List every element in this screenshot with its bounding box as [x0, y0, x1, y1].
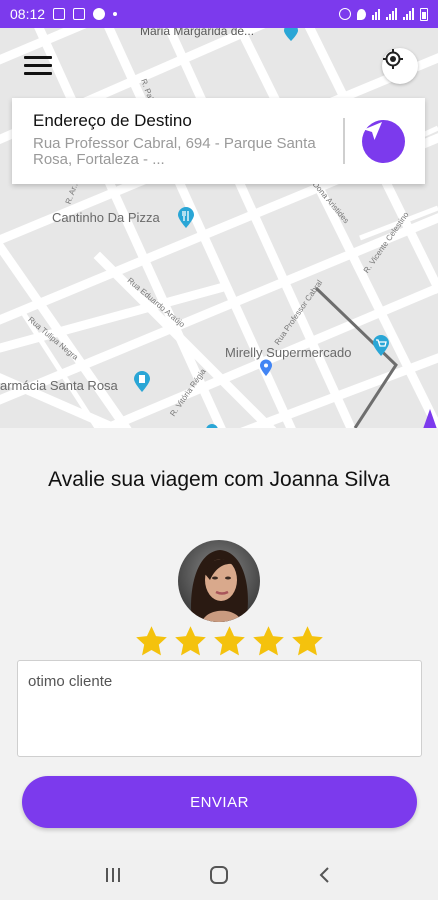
recent-apps-button[interactable]	[93, 855, 133, 895]
comment-input[interactable]	[17, 660, 422, 757]
star-rating[interactable]	[133, 624, 325, 660]
destination-address[interactable]: Rua Professor Cabral, 694 - Parque Santa…	[33, 136, 323, 168]
alarm-icon	[339, 8, 351, 20]
map-label-pharmacy: armácia Santa Rosa	[0, 378, 118, 393]
back-icon	[319, 867, 329, 883]
card-divider	[343, 118, 345, 164]
send-button[interactable]: ENVIAR	[22, 776, 417, 828]
location-icon	[357, 8, 366, 20]
status-bar: 08:12	[0, 0, 438, 28]
map-view[interactable]: Maria Margarida de... Cantinho Da Pizza …	[0, 28, 438, 428]
star-icon-4[interactable]	[251, 624, 286, 659]
back-button[interactable]	[305, 855, 345, 895]
location-pin-icon[interactable]	[259, 359, 273, 377]
partial-marker-icon	[205, 423, 219, 428]
shopping-marker-icon[interactable]	[372, 335, 390, 357]
crosshair-icon	[383, 49, 403, 69]
restaurant-marker-icon[interactable]	[177, 207, 195, 229]
star-icon-2[interactable]	[173, 624, 208, 659]
locate-button[interactable]	[382, 48, 418, 84]
map-label-street: Maria Margarida de...	[140, 28, 255, 38]
map-label-supermarket: Mirelly Supermercado	[225, 345, 352, 360]
star-icon-5[interactable]	[290, 624, 325, 659]
notification-icon	[53, 8, 66, 20]
hamburger-menu-icon	[24, 56, 52, 59]
destination-title: Endereço de Destino	[33, 111, 192, 130]
signal-icon-2	[403, 8, 414, 20]
star-icon-3[interactable]	[212, 624, 247, 659]
map-roads	[0, 28, 438, 428]
dot-icon	[113, 12, 118, 16]
recent-apps-icon	[106, 868, 120, 882]
rating-title: Avalie sua viagem com Joanna Silva	[48, 468, 390, 491]
signal-icon	[386, 8, 397, 20]
home-button[interactable]	[199, 855, 239, 895]
hamburger-line	[24, 64, 52, 67]
home-icon	[210, 866, 228, 884]
navigation-arrow-icon	[364, 122, 382, 140]
status-time: 08:12	[10, 6, 46, 22]
star-icon-1[interactable]	[134, 624, 169, 659]
system-nav-bar	[0, 850, 438, 900]
pharmacy-marker-icon[interactable]	[133, 371, 151, 393]
destination-card[interactable]: Endereço de Destino Rua Professor Cabral…	[12, 98, 425, 184]
image-icon	[73, 8, 86, 20]
driver-avatar	[178, 540, 260, 622]
map-label-pizza: Cantinho Da Pizza	[52, 210, 160, 225]
top-marker-icon[interactable]	[283, 28, 299, 42]
menu-button[interactable]	[24, 56, 54, 78]
wifi-icon	[372, 8, 380, 20]
battery-icon	[420, 7, 428, 21]
app-icon	[93, 8, 106, 20]
navigate-button[interactable]	[362, 120, 405, 163]
hamburger-line	[24, 72, 52, 75]
route-end-marker-icon	[422, 408, 438, 428]
